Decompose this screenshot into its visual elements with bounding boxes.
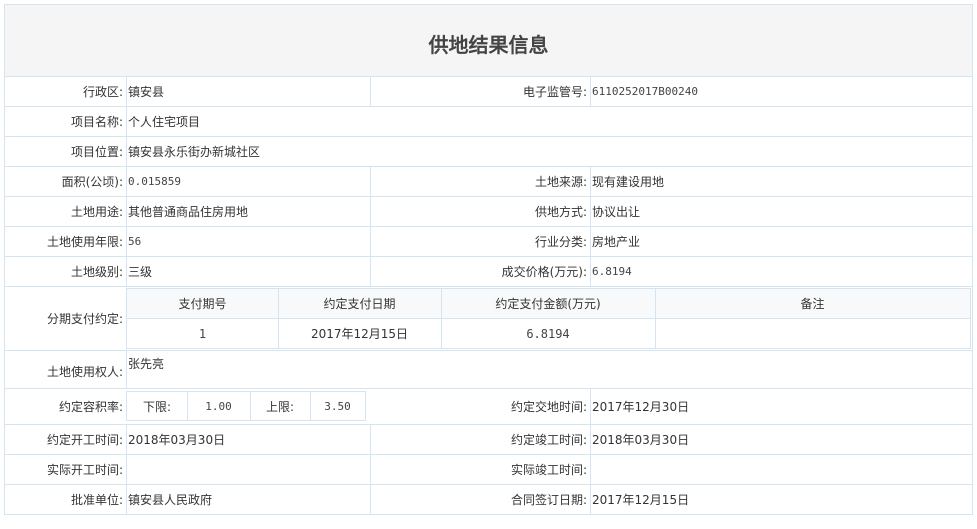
- far-table: 下限: 1.00 上限: 3.50: [126, 391, 366, 421]
- installment-header-date: 约定支付日期: [278, 289, 441, 319]
- deal-price-label: 成交价格(万元):: [501, 265, 587, 279]
- row-land-grade: 土地级别: 三级 成交价格(万元): 6.8194: [5, 257, 972, 287]
- actual-start-label: 实际开工时间:: [46, 463, 123, 477]
- row-land-use: 土地用途: 其他普通商品住房用地 供地方式: 协议出让: [5, 197, 972, 227]
- installment-period: 1: [198, 326, 207, 341]
- start-date-label: 约定开工时间:: [46, 433, 123, 447]
- row-project-name: 项目名称: 个人住宅项目: [5, 107, 972, 137]
- completion-date-value: 2018年03月30日: [592, 433, 690, 447]
- use-years-value: 56: [128, 235, 142, 248]
- handover-date-label: 约定交地时间:: [510, 400, 587, 414]
- use-years-label: 土地使用年限:: [46, 235, 123, 249]
- installment-header-amount: 约定支付金额(万元): [441, 289, 655, 319]
- land-use-label: 土地用途:: [70, 205, 123, 219]
- land-supply-result-panel: 供地结果信息 行政区: 镇安县 电子监管号: 6110252017B00240 …: [4, 4, 973, 515]
- actual-completion-label: 实际竣工时间:: [510, 463, 587, 477]
- actual-start-value: [126, 455, 370, 484]
- approval-unit-value: 镇安县人民政府: [128, 493, 213, 507]
- industry-label: 行业分类:: [534, 235, 587, 249]
- installment-date: 2017年12月15日: [310, 327, 409, 341]
- installment-header-note: 备注: [655, 289, 970, 319]
- area-value: 0.015859: [128, 175, 181, 188]
- installments-label: 分期支付约定:: [46, 312, 123, 326]
- row-far: 约定容积率: 下限: 1.00 上限: 3.50 约定交地时间: 2017年12…: [5, 389, 972, 425]
- installment-table: 支付期号 约定支付日期 约定支付金额(万元) 备注 1 2017年12月15日 …: [126, 288, 971, 349]
- project-name-value: 个人住宅项目: [128, 115, 201, 129]
- project-location-value: 镇安县永乐街办新城社区: [128, 145, 261, 159]
- completion-date-label: 约定竣工时间:: [510, 433, 587, 447]
- row-region: 行政区: 镇安县 电子监管号: 6110252017B00240: [5, 77, 972, 107]
- project-location-label: 项目位置:: [70, 145, 123, 159]
- land-source-value: 现有建设用地: [592, 175, 665, 189]
- row-use-years: 土地使用年限: 56 行业分类: 房地产业: [5, 227, 972, 257]
- land-grade-value: 三级: [128, 265, 153, 279]
- far-lower-value: 1.00: [205, 399, 232, 413]
- supervision-no-label: 电子监管号:: [522, 85, 587, 99]
- land-grade-label: 土地级别:: [70, 265, 123, 279]
- start-date-value: 2018年03月30日: [128, 433, 226, 447]
- land-use-value: 其他普通商品住房用地: [128, 205, 249, 219]
- installment-note: [655, 319, 970, 348]
- area-label: 面积(公顷):: [61, 175, 123, 189]
- contract-date-label: 合同签订日期:: [510, 493, 587, 507]
- supervision-no-value: 6110252017B00240: [592, 85, 698, 98]
- contract-date-value: 2017年12月15日: [592, 493, 690, 507]
- actual-completion-value: [590, 455, 972, 484]
- deal-price-value: 6.8194: [592, 265, 632, 278]
- row-area: 面积(公顷): 0.015859 土地来源: 现有建设用地: [5, 167, 972, 197]
- region-label: 行政区:: [82, 85, 123, 99]
- far-lower-label: 下限:: [142, 399, 172, 414]
- land-user-value: 张先亮: [128, 357, 165, 371]
- page-title: 供地结果信息: [428, 33, 549, 57]
- project-name-label: 项目名称:: [70, 115, 123, 129]
- far-upper-value: 3.50: [324, 399, 351, 413]
- handover-date-value: 2017年12月30日: [592, 400, 690, 414]
- supply-method-label: 供地方式:: [534, 205, 587, 219]
- row-approval: 批准单位: 镇安县人民政府 合同签订日期: 2017年12月15日: [5, 485, 972, 514]
- approval-unit-label: 批准单位:: [70, 493, 123, 507]
- row-start-date: 约定开工时间: 2018年03月30日 约定竣工时间: 2018年03月30日: [5, 425, 972, 455]
- row-actual-dates: 实际开工时间: 实际竣工时间:: [5, 455, 972, 485]
- row-land-user: 土地使用权人: 张先亮: [5, 351, 972, 389]
- installment-amount: 6.8194: [526, 326, 570, 341]
- page-header: 供地结果信息: [5, 5, 972, 77]
- land-source-label: 土地来源:: [534, 175, 587, 189]
- region-value: 镇安县: [128, 85, 165, 99]
- supply-method-value: 协议出让: [592, 205, 641, 219]
- far-label: 约定容积率:: [58, 400, 123, 414]
- row-project-location: 项目位置: 镇安县永乐街办新城社区: [5, 137, 972, 167]
- far-upper-label: 上限:: [265, 399, 295, 414]
- land-user-label: 土地使用权人:: [46, 365, 123, 379]
- industry-value: 房地产业: [592, 235, 641, 249]
- row-installments: 分期支付约定: 支付期号 约定支付日期 约定支付金额(万元) 备注 1 2017…: [5, 287, 972, 351]
- installment-header-period: 支付期号: [127, 289, 278, 319]
